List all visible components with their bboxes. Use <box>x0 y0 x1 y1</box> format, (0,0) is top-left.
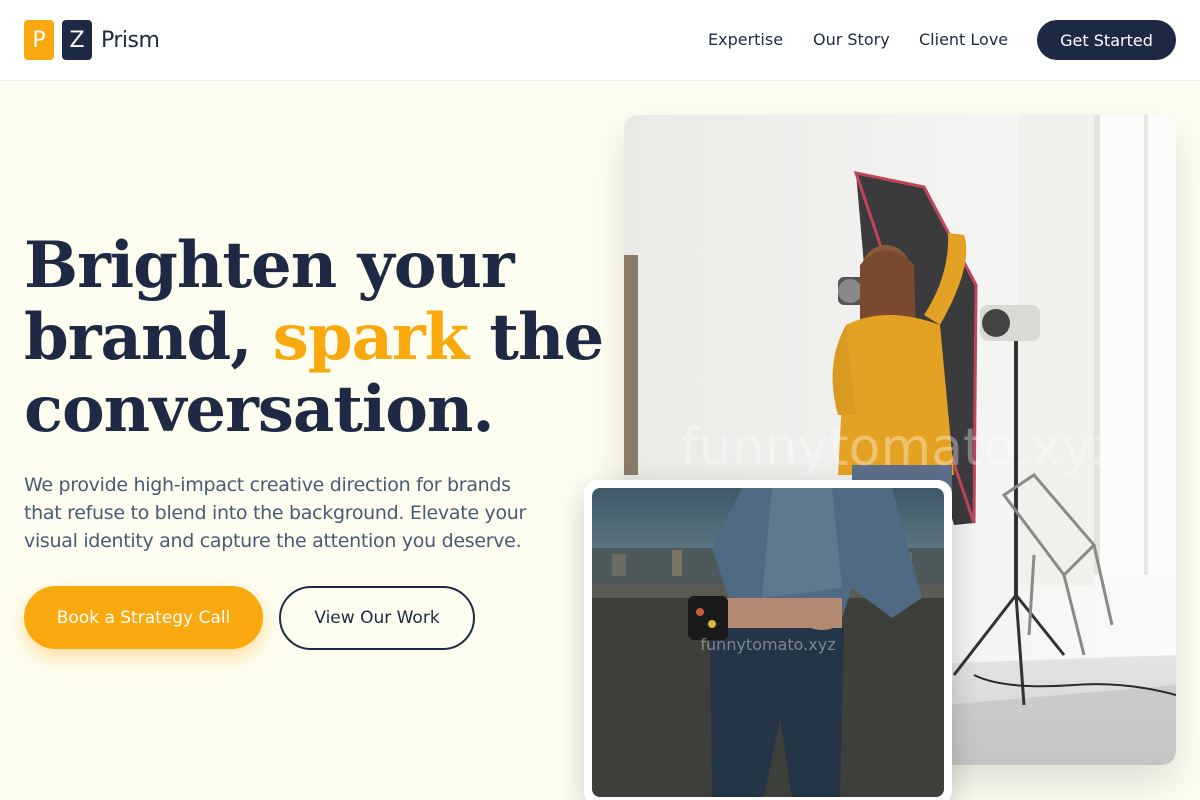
nav-item-expertise[interactable]: Expertise <box>708 30 783 49</box>
headline-accent: spark <box>272 300 469 375</box>
main-nav: Expertise Our Story Client Love <box>0 20 1200 60</box>
fashion-photo: funnytomato.xyz <box>592 488 944 797</box>
hero-description: We provide high-impact creative directio… <box>24 474 527 552</box>
view-our-work-button[interactable]: View Our Work <box>279 586 475 650</box>
fashion-photo-card: funnytomato.xyz <box>584 480 952 800</box>
site-header: P Z Prism Expertise Our Story Client Lov… <box>0 0 1200 81</box>
book-strategy-call-button[interactable]: Book a Strategy Call <box>24 586 263 649</box>
main-photo-watermark: funnytomato.xyz <box>680 418 1119 478</box>
fashion-photo-watermark: funnytomato.xyz <box>700 635 835 654</box>
nav-item-client-love[interactable]: Client Love <box>919 30 1008 49</box>
get-started-button[interactable]: Get Started <box>1037 20 1176 60</box>
hero-headline: Brighten your brand, spark the conversat… <box>24 230 604 446</box>
nav-item-our-story[interactable]: Our Story <box>813 30 890 49</box>
fashion-photo-illustration: funnytomato.xyz <box>592 488 944 797</box>
